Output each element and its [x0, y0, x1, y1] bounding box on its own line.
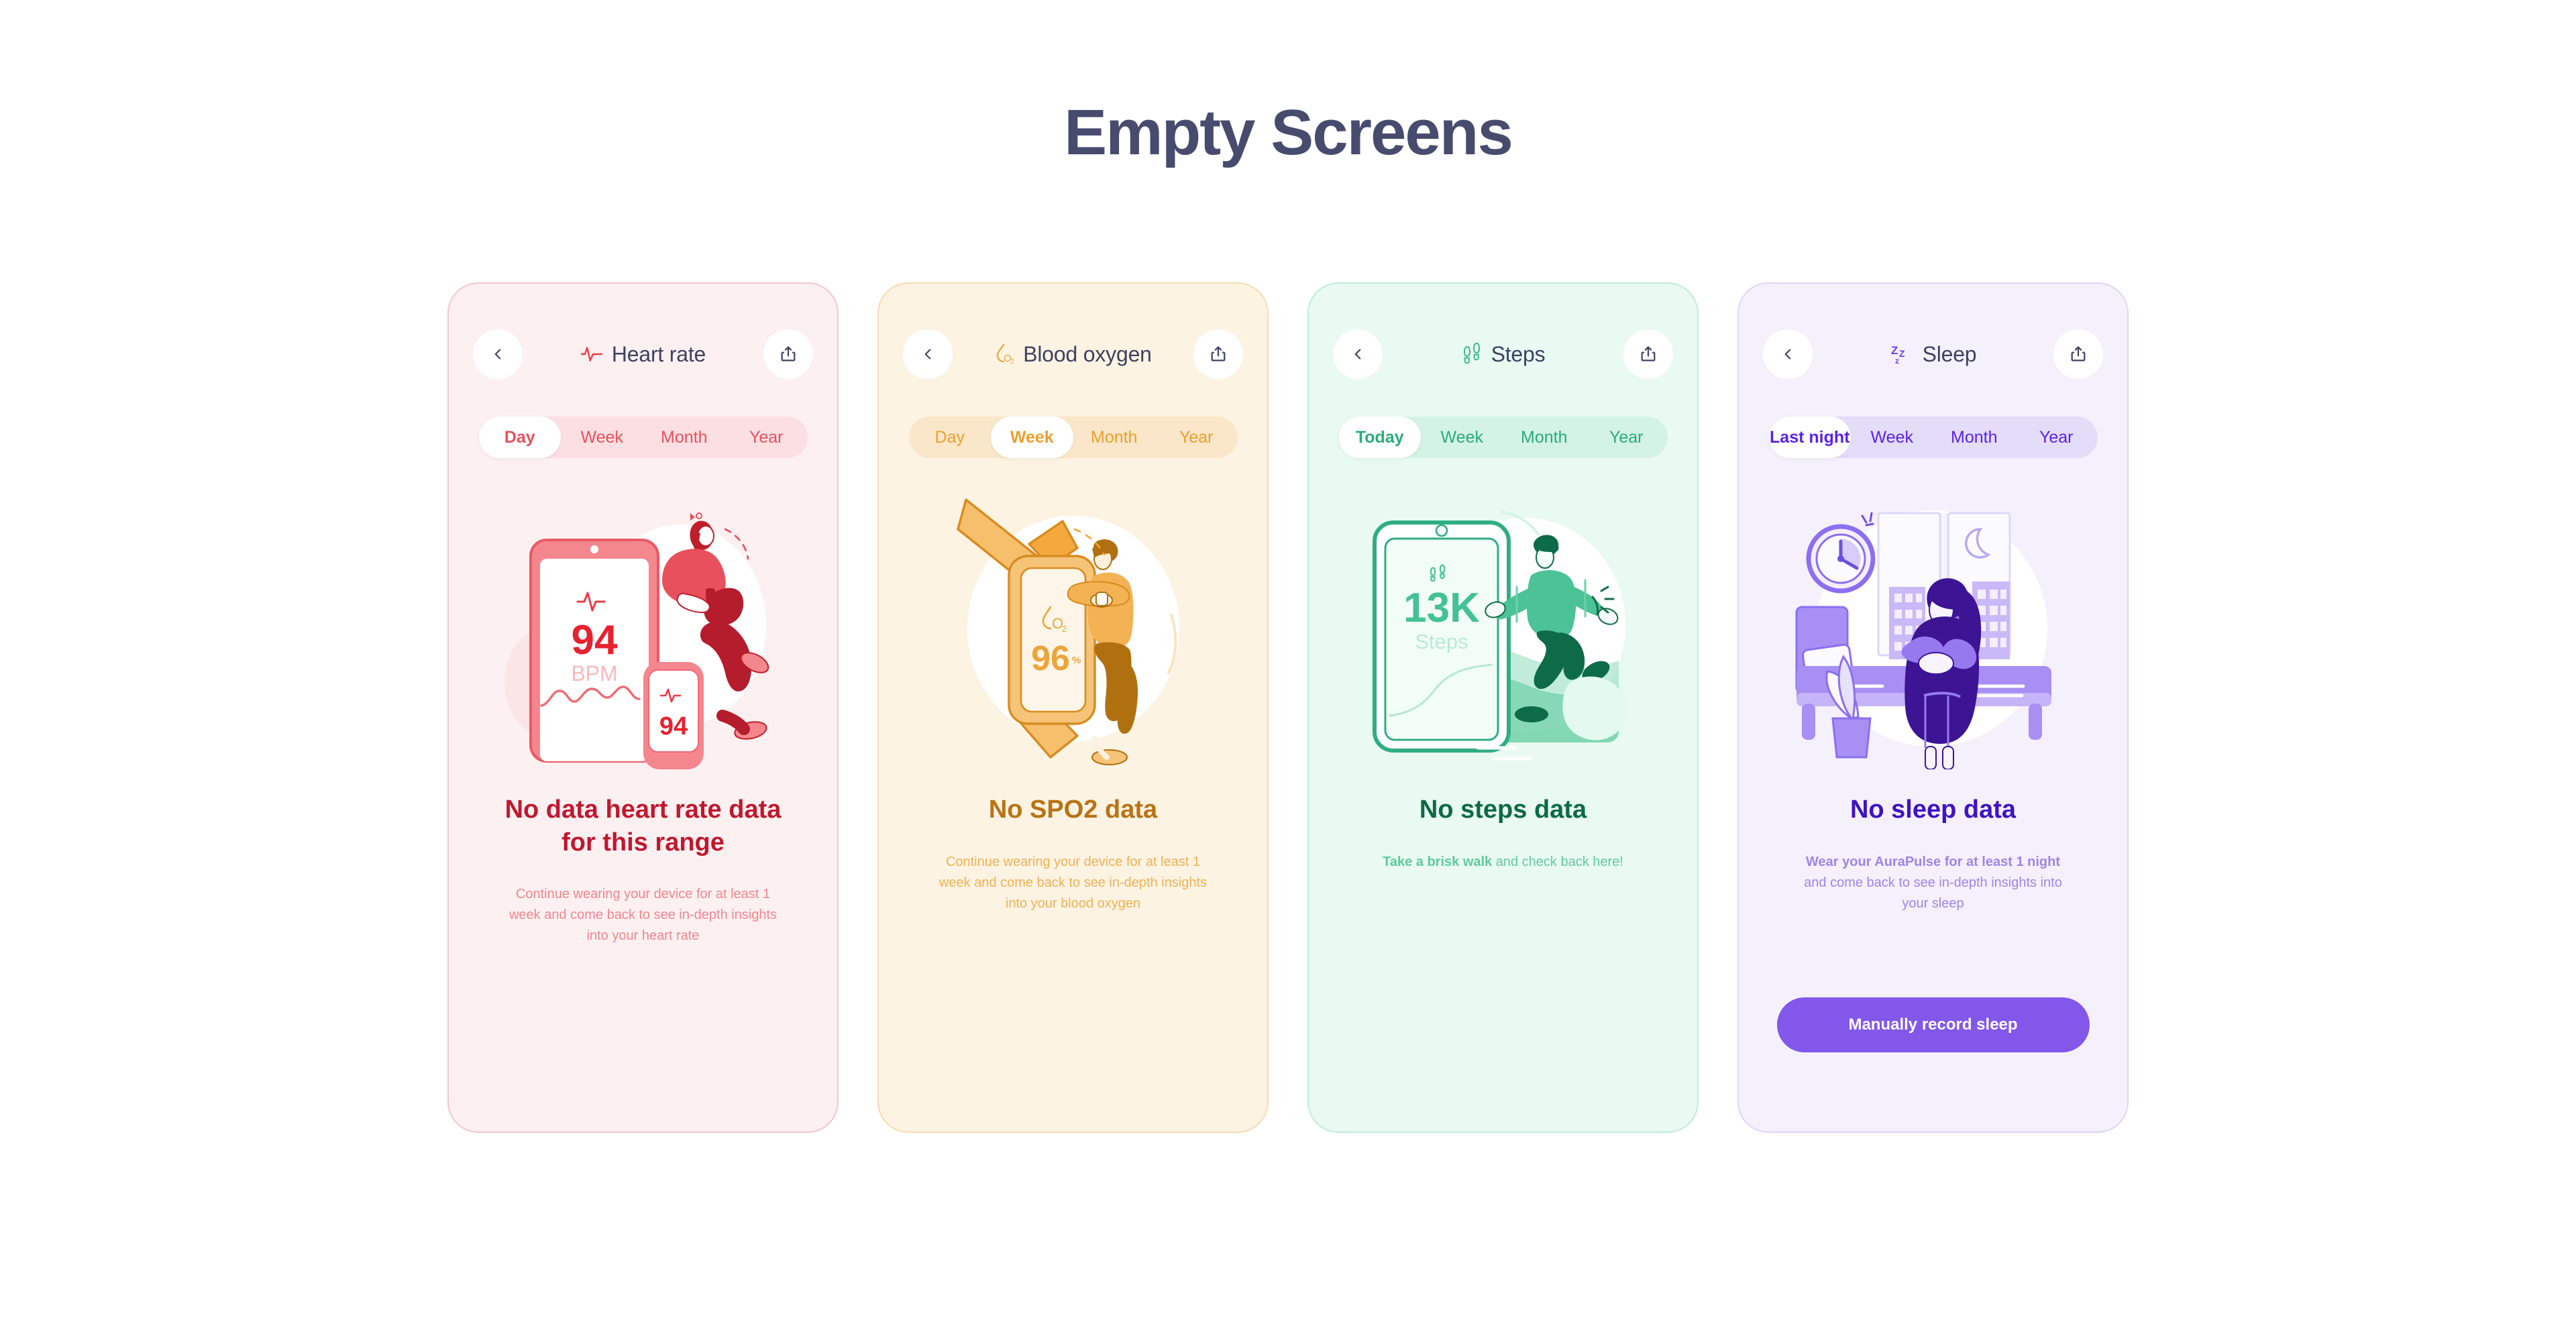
heartbeat-pulse-icon: [580, 347, 603, 362]
tab-week[interactable]: Week: [1421, 417, 1503, 458]
empty-subtext-bold: Wear your AuraPulse for at least 1 night: [1806, 854, 2060, 869]
svg-text:Z: Z: [1891, 344, 1898, 357]
card-title: Sleep: [1922, 341, 1977, 366]
empty-subtext-rest: and come back to see in-depth insights i…: [1804, 875, 2062, 911]
header-title-group: Steps: [1383, 342, 1623, 367]
share-upload-icon: [1211, 346, 1226, 362]
back-button[interactable]: [473, 329, 523, 379]
svg-text:2: 2: [1010, 358, 1014, 366]
chevron-left-icon: [1354, 349, 1361, 360]
svg-text:94: 94: [571, 617, 617, 663]
svg-text:96: 96: [1031, 639, 1070, 678]
back-button[interactable]: [903, 329, 953, 379]
tab-week[interactable]: Week: [991, 417, 1073, 458]
empty-screens-gallery: Heart rate Day Week Month Year 94 BPM 94…: [0, 282, 2576, 1133]
tab-year[interactable]: Year: [725, 417, 808, 458]
chevron-left-icon: [924, 349, 931, 360]
card-title: Blood oxygen: [1023, 341, 1152, 366]
card-title: Heart rate: [611, 341, 706, 366]
tab-week[interactable]: Week: [1851, 417, 1933, 458]
empty-subtext-bold: Take a brisk walk: [1383, 854, 1493, 869]
card-sleep: Z Z z Sleep Last night Week Month Year N…: [1737, 282, 2129, 1133]
manually-record-sleep-button[interactable]: Manually record sleep: [1776, 997, 2090, 1052]
empty-subtext: Continue wearing your device for at leas…: [938, 854, 1208, 911]
footprints-icon: [1463, 343, 1480, 364]
empty-subtext: Continue wearing your device for at leas…: [508, 887, 777, 944]
svg-text:%: %: [1072, 655, 1081, 666]
page-title: Empty Screens: [1064, 97, 1513, 168]
range-tabs: Last night Week Month Year: [1768, 417, 2098, 458]
svg-text:z: z: [1895, 356, 1899, 366]
sleep-illustration: [1779, 494, 2088, 769]
woman-sitting-by-bed-at-night-illustration: [1795, 510, 2051, 769]
zzz-sleep-icon: Z Z z: [1891, 344, 1905, 366]
svg-text:94: 94: [659, 712, 687, 740]
running-man-beside-phone-illustration: 13K Steps: [1372, 510, 1627, 761]
header-title-group: Heart rate: [523, 342, 763, 367]
blood-oxygen-illustration: O 2 96 %: [919, 494, 1228, 769]
card-steps: Steps Today Week Month Year 13K Steps No…: [1307, 282, 1699, 1133]
empty-subtext: Wear your AuraPulse for at least 1 night…: [1796, 852, 2071, 914]
card-heart-rate: Heart rate Day Week Month Year 94 BPM 94…: [447, 282, 839, 1133]
steps-illustration: 13K Steps: [1349, 494, 1658, 769]
header-title-group: Z Z z Sleep: [1813, 342, 2053, 367]
card-header: Z Z z Sleep: [1739, 329, 2127, 379]
empty-headline: No data heart rate data for this range: [504, 795, 782, 857]
share-button[interactable]: [763, 329, 813, 379]
back-button[interactable]: [1333, 329, 1383, 379]
svg-text:Steps: Steps: [1415, 630, 1468, 653]
tab-year[interactable]: Year: [1155, 417, 1238, 458]
tab-year[interactable]: Year: [1585, 417, 1668, 458]
tab-day[interactable]: Day: [478, 417, 561, 458]
share-upload-icon: [2071, 346, 2086, 362]
tab-day[interactable]: Day: [909, 417, 991, 458]
svg-text:Z: Z: [1899, 348, 1905, 359]
empty-subtext: Take a brisk walk and check back here!: [1366, 852, 1641, 873]
svg-text:2: 2: [1062, 624, 1067, 634]
card-header: O 2 Blood oxygen: [879, 329, 1267, 379]
share-button[interactable]: [1623, 329, 1673, 379]
woman-sitting-on-phone-and-watch-illustration: 94 BPM 94: [504, 512, 769, 769]
tab-month[interactable]: Month: [1503, 417, 1586, 458]
empty-headline: No SPO2 data: [988, 795, 1158, 824]
share-button[interactable]: [2053, 329, 2103, 379]
heart-rate-illustration: 94 BPM 94: [489, 494, 798, 769]
empty-headline: No sleep data: [1849, 795, 2017, 824]
card-blood-oxygen: O 2 Blood oxygen Day Week Month Year O 2…: [877, 282, 1269, 1133]
tab-week[interactable]: Week: [561, 417, 643, 458]
tab-month[interactable]: Month: [1073, 417, 1156, 458]
range-tabs: Day Week Month Year: [908, 417, 1238, 458]
svg-text:13K: 13K: [1403, 585, 1480, 631]
o2-droplet-icon: O 2: [997, 343, 1014, 366]
tab-month[interactable]: Month: [1933, 417, 2016, 458]
back-button[interactable]: [1763, 329, 1813, 379]
tab-last-night[interactable]: Last night: [1768, 417, 1851, 458]
card-title: Steps: [1491, 341, 1546, 366]
chevron-left-icon: [1784, 349, 1791, 360]
card-header: Steps: [1309, 329, 1697, 379]
empty-subtext-rest: and check back here!: [1492, 854, 1623, 869]
tab-month[interactable]: Month: [643, 417, 726, 458]
share-upload-icon: [781, 346, 796, 362]
svg-text:BPM: BPM: [571, 661, 617, 685]
tab-today[interactable]: Today: [1338, 417, 1421, 458]
share-button[interactable]: [1193, 329, 1243, 379]
header-title-group: O 2 Blood oxygen: [953, 342, 1193, 367]
range-tabs: Day Week Month Year: [478, 417, 808, 458]
range-tabs: Today Week Month Year: [1338, 417, 1668, 458]
card-header: Heart rate: [449, 329, 837, 379]
empty-headline: No steps data: [1419, 795, 1587, 824]
share-upload-icon: [1641, 346, 1656, 362]
man-leaning-on-giant-smartwatch-illustration: O 2 96 %: [956, 498, 1179, 765]
tab-year[interactable]: Year: [2015, 417, 2098, 458]
chevron-left-icon: [494, 349, 501, 360]
